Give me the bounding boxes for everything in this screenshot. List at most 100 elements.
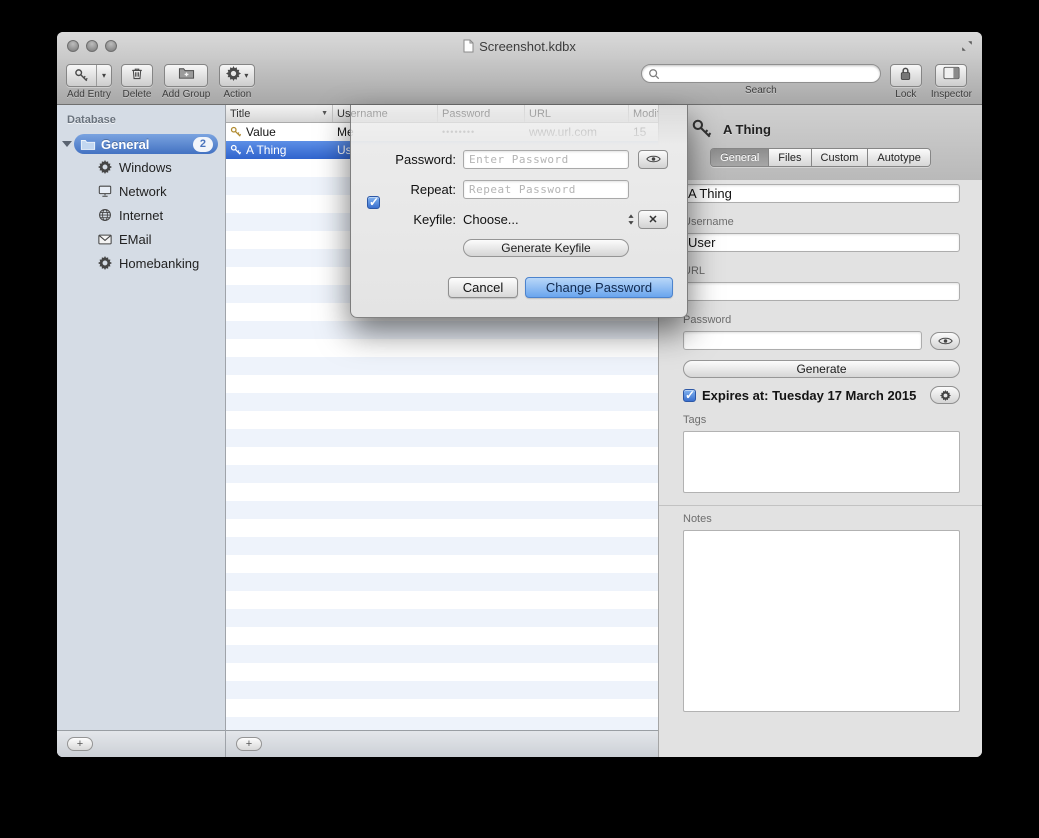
password-label: Password xyxy=(683,314,960,326)
fullscreen-button[interactable] xyxy=(960,39,974,53)
chevron-down-icon: ▾ xyxy=(244,71,248,80)
password-row: Password: xyxy=(351,149,687,169)
sort-descending-icon: ▼ xyxy=(321,110,328,117)
expires-row: Expires at: Tuesday 17 March 2015 xyxy=(683,386,960,404)
sidebar-bottombar: + xyxy=(57,730,225,757)
keyfile-popup-value: Choose... xyxy=(463,212,519,227)
document-icon xyxy=(463,39,474,53)
zoom-button[interactable] xyxy=(105,40,117,52)
username-field[interactable] xyxy=(683,233,960,252)
column-header-title[interactable]: Title ▼ xyxy=(226,105,333,122)
username-label: Username xyxy=(683,216,960,228)
url-field[interactable] xyxy=(683,282,960,301)
gear-icon xyxy=(940,390,951,401)
inspector-tabs: General Files Custom Autotype xyxy=(659,148,982,167)
reveal-password-button[interactable] xyxy=(638,150,668,169)
password-field[interactable] xyxy=(683,331,922,350)
app-window: Screenshot.kdbx ▾ Add Entry Delete xyxy=(57,32,982,757)
window-title: Screenshot.kdbx xyxy=(463,39,576,54)
search-input[interactable] xyxy=(664,66,874,82)
sheet-password-input[interactable] xyxy=(463,150,629,169)
add-entry-label: Add Entry xyxy=(67,89,111,100)
sidebar-group-general[interactable]: General 2 xyxy=(57,133,225,155)
sheet-repeat-input[interactable] xyxy=(463,180,629,199)
globe-icon xyxy=(98,208,112,222)
change-password-sheet: Password: Repeat: Keyfile: Choose... ✕ G… xyxy=(350,105,688,318)
sidebar: Database General 2 Windows xyxy=(57,105,226,757)
add-group-button[interactable] xyxy=(164,64,208,87)
inspector-header: A Thing General Files Custom Autotype xyxy=(659,105,982,180)
tab-autotype[interactable]: Autotype xyxy=(868,149,929,166)
delete-label: Delete xyxy=(123,89,152,100)
sidebar-item-internet[interactable]: Internet xyxy=(57,203,225,227)
inspector-button[interactable] xyxy=(935,64,967,87)
sidebar-item-label: Windows xyxy=(119,160,172,175)
add-entry-button[interactable]: ▾ xyxy=(66,64,112,87)
expires-checkbox[interactable] xyxy=(683,389,696,402)
reveal-password-button[interactable] xyxy=(930,332,960,350)
eye-icon xyxy=(646,154,661,164)
close-button[interactable] xyxy=(67,40,79,52)
clear-keyfile-button[interactable]: ✕ xyxy=(638,210,668,229)
key-icon xyxy=(67,65,96,86)
action-tool: ▾ Action xyxy=(219,64,255,100)
sheet-repeat-label: Repeat: xyxy=(381,182,456,197)
cancel-button[interactable]: Cancel xyxy=(448,277,518,298)
add-entry-plus-button[interactable]: + xyxy=(236,737,262,751)
sidebar-groups: Database General 2 Windows xyxy=(57,105,225,730)
search-field[interactable] xyxy=(641,64,881,83)
inspector-panel-icon xyxy=(943,66,960,85)
add-group-tool: Add Group xyxy=(162,64,210,100)
traffic-lights xyxy=(67,40,117,52)
titlebar[interactable]: Screenshot.kdbx xyxy=(57,32,982,60)
sidebar-group-label: General xyxy=(101,137,149,152)
folder-icon xyxy=(80,138,96,151)
lock-button[interactable] xyxy=(890,64,922,87)
window-title-text: Screenshot.kdbx xyxy=(479,39,576,54)
folder-plus-icon xyxy=(178,66,195,85)
sheet-keyfile-label: Keyfile: xyxy=(381,212,456,227)
sidebar-item-network[interactable]: Network xyxy=(57,179,225,203)
add-entry-tool: ▾ Add Entry xyxy=(66,64,112,100)
tab-general[interactable]: General xyxy=(711,149,769,166)
disclosure-triangle-icon[interactable] xyxy=(62,141,72,147)
sidebar-item-homebanking[interactable]: Homebanking xyxy=(57,251,225,275)
generate-password-button[interactable]: Generate xyxy=(683,360,960,378)
entry-title: Value xyxy=(246,125,276,139)
sheet-password-label: Password: xyxy=(381,152,456,167)
expires-settings-button[interactable] xyxy=(930,386,960,404)
action-button[interactable]: ▾ xyxy=(219,64,255,87)
expires-label: Expires at: Tuesday 17 March 2015 xyxy=(702,388,916,403)
generate-keyfile-button[interactable]: Generate Keyfile xyxy=(463,239,629,257)
tab-custom[interactable]: Custom xyxy=(812,149,869,166)
search-label: Search xyxy=(745,85,777,96)
sidebar-group-selection[interactable]: General 2 xyxy=(74,134,218,154)
eye-icon xyxy=(938,336,953,346)
delete-tool: Delete xyxy=(121,64,153,100)
tags-input[interactable] xyxy=(683,431,960,493)
envelope-icon xyxy=(98,234,112,245)
add-group-label: Add Group xyxy=(162,89,210,100)
key-icon xyxy=(691,118,713,140)
key-icon xyxy=(230,126,242,138)
keyfile-popup[interactable]: Choose... xyxy=(463,212,635,227)
sidebar-item-label: Network xyxy=(119,184,167,199)
action-label: Action xyxy=(223,89,251,100)
minimize-button[interactable] xyxy=(86,40,98,52)
add-group-plus-button[interactable]: + xyxy=(67,737,93,751)
sidebar-item-email[interactable]: EMail xyxy=(57,227,225,251)
sidebar-item-label: Internet xyxy=(119,208,163,223)
fullscreen-arrows-icon xyxy=(960,39,974,53)
title-field[interactable] xyxy=(683,184,960,203)
notes-label: Notes xyxy=(683,513,960,525)
sidebar-item-windows[interactable]: Windows xyxy=(57,155,225,179)
key-icon xyxy=(230,144,242,156)
toolbar: ▾ Add Entry Delete Add Group xyxy=(57,60,982,105)
chevron-down-icon[interactable]: ▾ xyxy=(96,65,111,86)
delete-button[interactable] xyxy=(121,64,153,87)
change-password-button[interactable]: Change Password xyxy=(525,277,673,298)
tab-files[interactable]: Files xyxy=(769,149,811,166)
tags-label: Tags xyxy=(683,414,960,426)
search-tool: Search xyxy=(641,64,881,96)
notes-input[interactable] xyxy=(683,530,960,712)
